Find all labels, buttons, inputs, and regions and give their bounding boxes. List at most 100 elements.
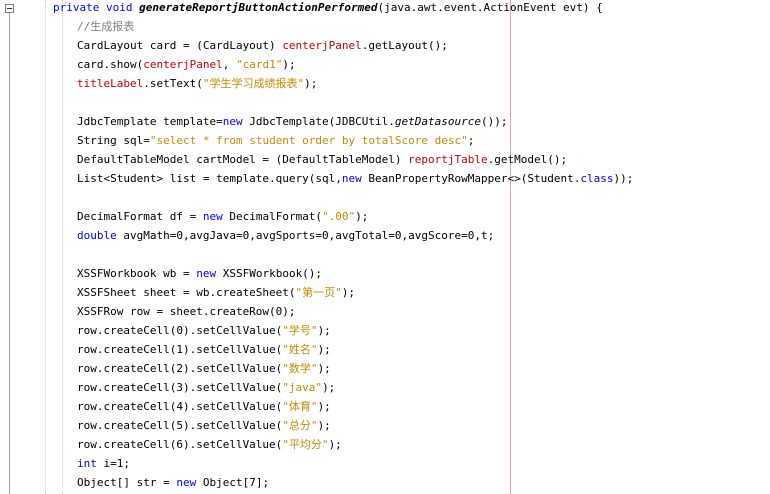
code-token: XSSFWorkbook wb = [77, 267, 197, 280]
code-line[interactable]: row.createCell(6).setCellValue("平均分"); [77, 435, 342, 454]
code-line[interactable]: int i=1; [77, 454, 130, 473]
code-token: "java" [282, 381, 323, 394]
code-line[interactable]: DefaultTableModel cartModel = (DefaultTa… [77, 150, 567, 169]
code-token: int [77, 457, 97, 470]
code-area[interactable]: private void generateReportjButtonAction… [22, 0, 770, 494]
code-token: row.createCell(0).setCellValue( [77, 324, 283, 337]
code-token: )); [613, 172, 634, 185]
code-token: ); [317, 343, 331, 356]
code-line[interactable]: titleLabel.setText("学生学习成绩报表"); [77, 74, 317, 93]
code-token: ); [282, 58, 296, 71]
code-token: (java.awt.event.ActionEvent evt) { [377, 1, 603, 14]
code-line[interactable]: row.createCell(1).setCellValue("姓名"); [77, 340, 331, 359]
code-token: .getModel(); [487, 153, 568, 166]
code-line[interactable]: List<Student> list = template.query(sql,… [77, 169, 633, 188]
code-token: , [222, 58, 236, 71]
code-token: "总分" [282, 419, 318, 432]
code-line[interactable]: JdbcTemplate template=new JdbcTemplate(J… [77, 112, 508, 131]
code-token: JdbcTemplate template= [77, 115, 223, 128]
code-token: .getLayout(); [361, 39, 448, 52]
code-token: JdbcTemplate(JDBCUtil. [242, 115, 395, 128]
code-line[interactable]: row.createCell(5).setCellValue("总分"); [77, 416, 331, 435]
code-token: ); [317, 362, 331, 375]
code-token: new [341, 172, 362, 185]
code-token: generateReportjButtonActionPerformed [139, 1, 378, 14]
code-token: ()); [481, 115, 508, 128]
fold-range-line [9, 13, 10, 494]
code-token: new [176, 476, 197, 489]
code-token: i=1; [96, 457, 130, 470]
code-token: class [580, 172, 614, 185]
code-token: row.createCell(6).setCellValue( [77, 438, 283, 451]
code-token: ); [304, 77, 318, 90]
code-line[interactable]: row.createCell(0).setCellValue("学号"); [77, 321, 331, 340]
code-token: //生成报表 [77, 20, 135, 33]
code-line[interactable]: private void generateReportjButtonAction… [53, 0, 603, 17]
code-token: List<Student> list = template.query(sql, [77, 172, 342, 185]
code-token: DecimalFormat( [222, 210, 323, 223]
code-token: titleLabel [77, 77, 144, 90]
code-token: card.show( [77, 58, 144, 71]
code-token: ; [467, 134, 475, 147]
code-token: XSSFWorkbook(); [216, 267, 323, 280]
code-line[interactable]: XSSFWorkbook wb = new XSSFWorkbook(); [77, 264, 322, 283]
code-token: row.createCell(5).setCellValue( [77, 419, 283, 432]
code-token: row.createCell(4).setCellValue( [77, 400, 283, 413]
code-token: row.createCell(1).setCellValue( [77, 343, 283, 356]
code-token: "card1" [235, 58, 283, 71]
code-line[interactable]: CardLayout card = (CardLayout) centerjPa… [77, 36, 448, 55]
code-token: centerjPanel [282, 39, 362, 52]
code-token: getDatasource [394, 115, 481, 128]
code-token: Object[] str = [77, 476, 177, 489]
code-token: row.createCell(2).setCellValue( [77, 362, 283, 375]
code-token: DecimalFormat df = [77, 210, 203, 223]
code-token: "平均分" [282, 438, 329, 451]
code-token: DefaultTableModel cartModel = (DefaultTa… [77, 153, 409, 166]
code-token: CardLayout card = (CardLayout) [77, 39, 283, 52]
code-token: ); [328, 438, 342, 451]
code-token: Object[7]; [196, 476, 270, 489]
code-token: reportjTable [408, 153, 488, 166]
code-token: void [105, 1, 133, 14]
editor-gutter [0, 0, 22, 494]
code-token: "学号" [282, 324, 318, 337]
code-token: ); [317, 324, 331, 337]
code-token: ); [355, 210, 369, 223]
code-editor[interactable]: private void generateReportjButtonAction… [0, 0, 770, 494]
code-token: ); [317, 419, 331, 432]
code-token: .setText( [143, 77, 203, 90]
code-line[interactable]: String sql="select * from student order … [77, 131, 474, 150]
code-token: "数学" [282, 362, 318, 375]
code-line[interactable]: card.show(centerjPanel, "card1"); [77, 55, 296, 74]
code-line[interactable]: DecimalFormat df = new DecimalFormat(".0… [77, 207, 368, 226]
code-token: "第一页" [295, 286, 342, 299]
code-token: centerjPanel [143, 58, 223, 71]
code-token: "select * from student order by totalSco… [149, 134, 468, 147]
code-token: avgMath=0,avgJava=0,avgSports=0,avgTotal… [116, 229, 495, 242]
code-token: ); [341, 286, 356, 299]
code-token: new [222, 115, 243, 128]
code-token: double [77, 229, 117, 242]
code-line[interactable]: double avgMath=0,avgJava=0,avgSports=0,a… [77, 226, 494, 245]
code-token: ); [317, 400, 331, 413]
code-token: new [202, 210, 223, 223]
code-token: new [196, 267, 217, 280]
code-token: private [53, 1, 100, 14]
code-line[interactable]: XSSFSheet sheet = wb.createSheet("第一页"); [77, 283, 355, 302]
collapse-icon[interactable] [5, 4, 14, 13]
code-line[interactable]: //生成报表 [77, 17, 134, 36]
code-token: XSSFSheet sheet = wb.createSheet( [77, 286, 296, 299]
code-line[interactable]: row.createCell(2).setCellValue("数学"); [77, 359, 331, 378]
code-line[interactable]: XSSFRow row = sheet.createRow(0); [77, 302, 296, 321]
code-token: "姓名" [282, 343, 318, 356]
code-token: ".00" [322, 210, 356, 223]
code-token: ); [322, 381, 336, 394]
code-token: "学生学习成绩报表" [202, 77, 305, 90]
code-line[interactable]: Object[] str = new Object[7]; [77, 473, 269, 492]
code-token: XSSFRow row = sheet.createRow(0); [77, 305, 296, 318]
code-token: BeanPropertyRowMapper<>(Student. [361, 172, 581, 185]
code-line[interactable]: row.createCell(3).setCellValue("java"); [77, 378, 335, 397]
code-line[interactable]: row.createCell(4).setCellValue("体育"); [77, 397, 331, 416]
code-token: String sql= [77, 134, 150, 147]
